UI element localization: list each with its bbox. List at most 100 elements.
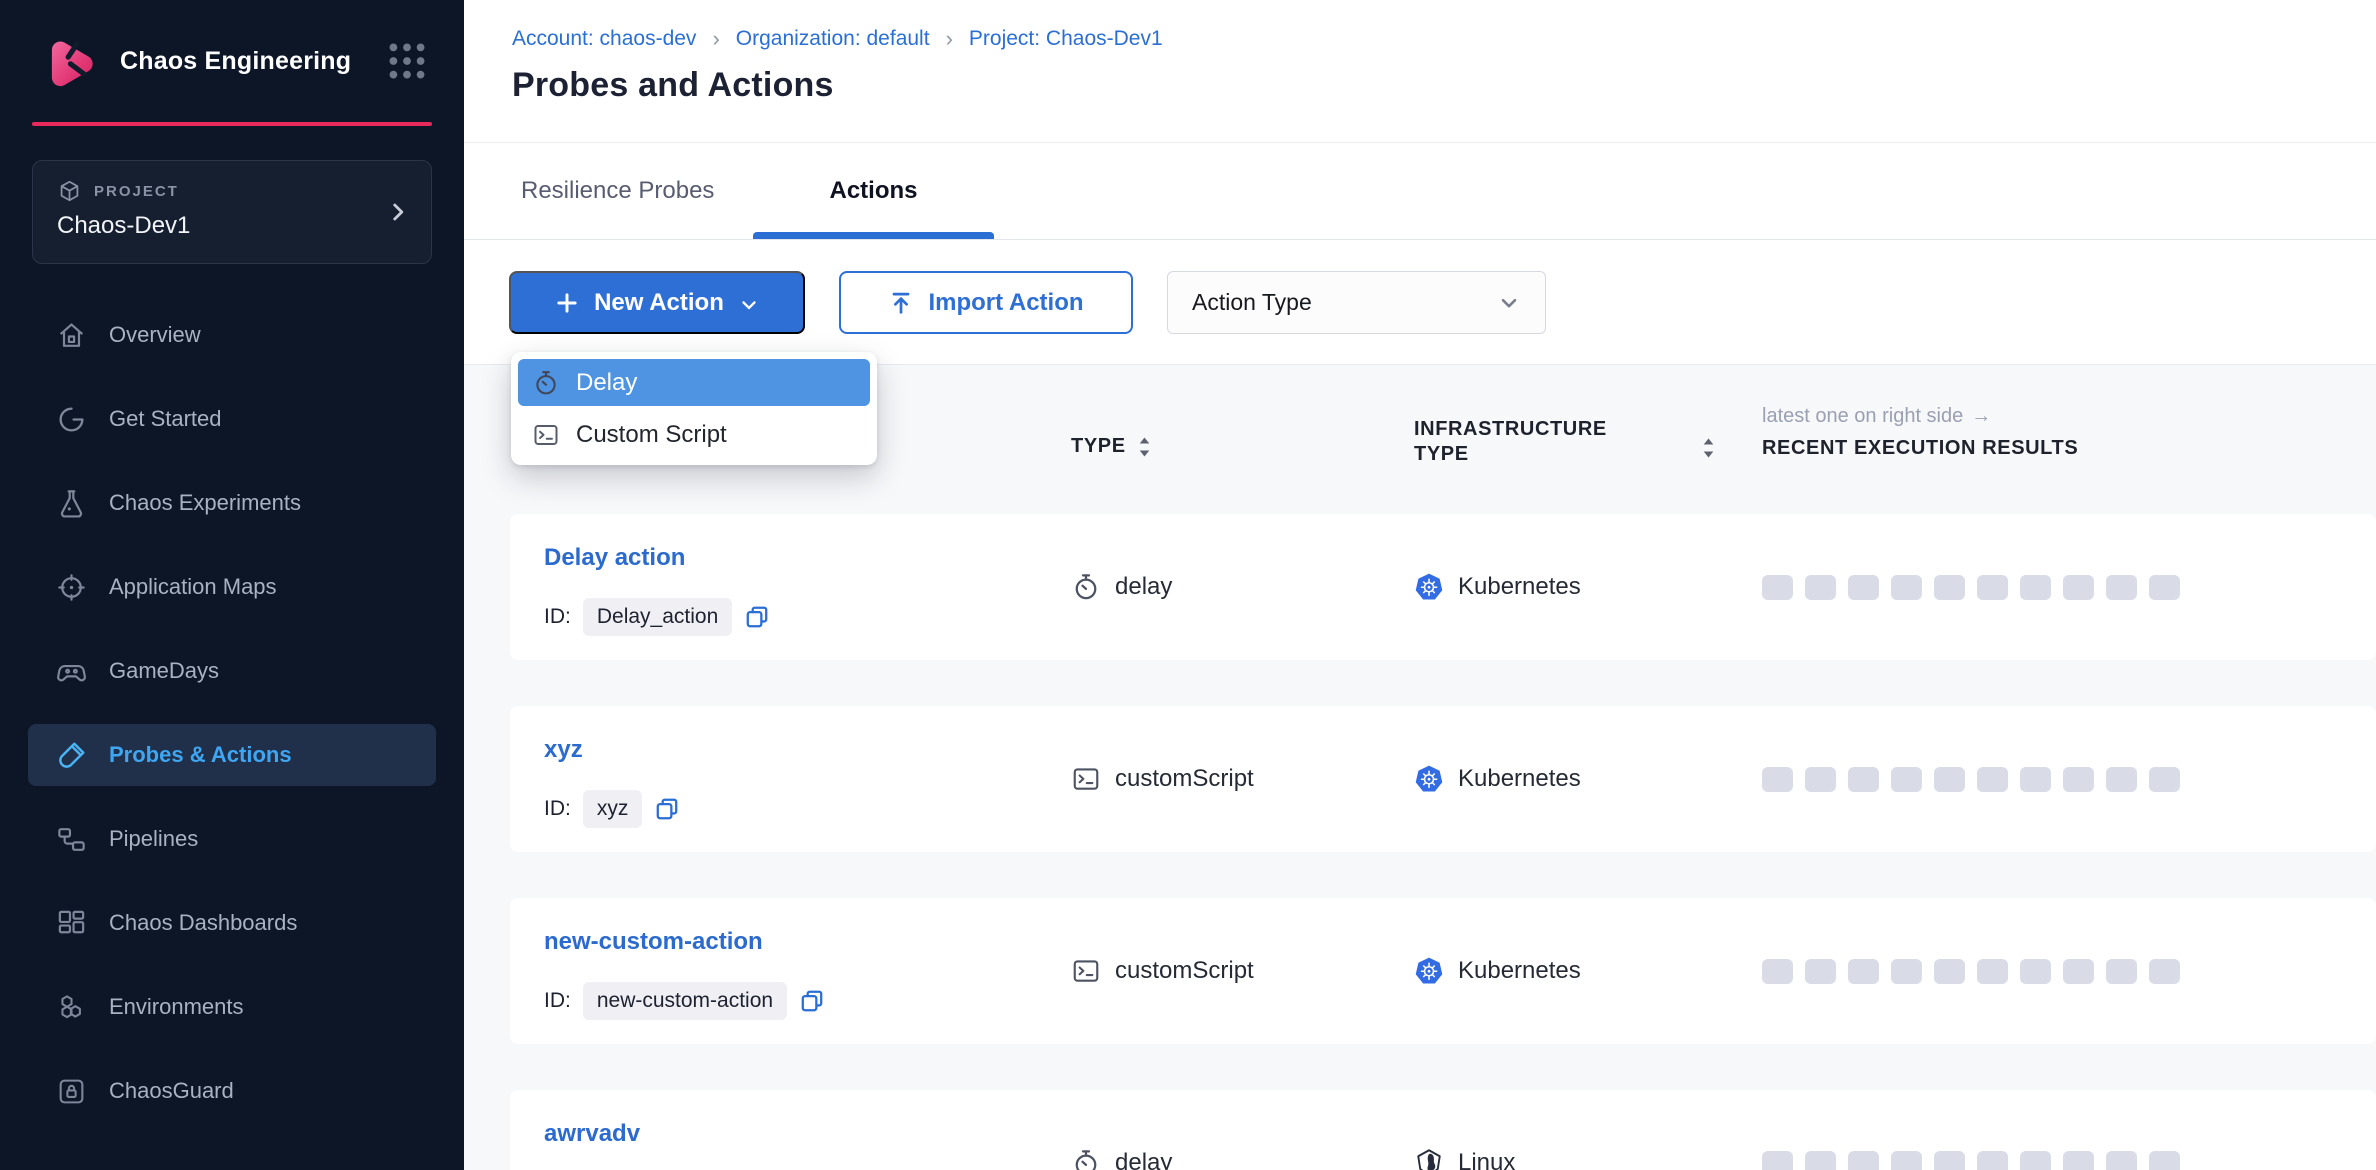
action-type-cell: delay	[1071, 1090, 1172, 1170]
recent-results-cell	[1762, 706, 2180, 852]
sidebar-item-chaos-dashboards[interactable]: Chaos Dashboards	[28, 892, 436, 954]
sort-icon[interactable]	[1702, 437, 1715, 459]
sidebar-header: Chaos Engineering	[0, 0, 464, 122]
sidebar-item-label: Application Maps	[109, 574, 277, 600]
table-row: Delay action ID: Delay_action delay Kube…	[510, 514, 2376, 660]
new-action-dropdown-menu: Delay Custom Script	[511, 352, 877, 465]
action-name-link[interactable]: new-custom-action	[544, 928, 763, 956]
execution-result-placeholder	[2106, 575, 2137, 600]
execution-result-placeholder	[1762, 575, 1793, 600]
main-content: Account: chaos-dev › Organization: defau…	[464, 0, 2376, 1170]
action-id-line: ID: xyz	[544, 790, 680, 828]
home-icon	[56, 320, 87, 351]
action-name-link[interactable]: awrvadv	[544, 1120, 640, 1148]
sidebar-item-get-started[interactable]: Get Started	[28, 388, 436, 450]
progress-circle-icon	[56, 404, 87, 435]
execution-results-strip	[1762, 767, 2180, 792]
menu-item-custom-script[interactable]: Custom Script	[518, 411, 870, 458]
execution-result-placeholder	[1762, 1151, 1793, 1170]
active-tab-underline	[753, 232, 994, 239]
sidebar-item-label: Chaos Dashboards	[109, 910, 297, 936]
recent-results-hint: latest one on right side →	[1762, 405, 1991, 428]
infrastructure-cell: Linux	[1414, 1090, 1515, 1170]
action-type-cell: customScript	[1071, 706, 1254, 852]
menu-item-delay[interactable]: Delay	[518, 359, 870, 406]
sidebar-item-application-maps[interactable]: Application Maps	[28, 556, 436, 618]
execution-result-placeholder	[2149, 959, 2180, 984]
action-type-filter[interactable]: Action Type	[1167, 271, 1546, 334]
execution-result-placeholder	[1805, 959, 1836, 984]
action-id-value: xyz	[583, 790, 643, 828]
execution-result-placeholder	[1891, 767, 1922, 792]
infrastructure-type-header-label: INFRASTRUCTURE TYPE	[1414, 417, 1629, 467]
infrastructure-value: Kubernetes	[1458, 957, 1581, 985]
id-label: ID:	[544, 605, 571, 629]
menu-item-label: Delay	[576, 369, 637, 397]
terminal-icon	[1071, 956, 1101, 986]
execution-result-placeholder	[1848, 767, 1879, 792]
tab-actions[interactable]: Actions	[753, 143, 994, 239]
action-name-link[interactable]: xyz	[544, 736, 583, 764]
import-action-button[interactable]: Import Action	[839, 271, 1133, 334]
sort-icon[interactable]	[1138, 436, 1151, 458]
stopwatch-icon	[1071, 1148, 1101, 1170]
sidebar-item-label: Environments	[109, 994, 244, 1020]
recent-results-cell	[1762, 1090, 2180, 1170]
project-selector[interactable]: PROJECT Chaos-Dev1	[32, 160, 432, 264]
execution-result-placeholder	[1934, 575, 1965, 600]
new-action-button[interactable]: New Action	[509, 271, 805, 334]
tab-resilience-probes[interactable]: Resilience Probes	[521, 143, 714, 239]
action-type-value: customScript	[1115, 765, 1254, 793]
sidebar-item-chaosguard[interactable]: ChaosGuard	[28, 1060, 436, 1122]
infrastructure-value: Linux	[1458, 1149, 1515, 1170]
execution-result-placeholder	[1762, 767, 1793, 792]
sidebar-item-environments[interactable]: Environments	[28, 976, 436, 1038]
column-header-recent-results: RECENT EXECUTION RESULTS	[1762, 437, 2078, 460]
id-label: ID:	[544, 797, 571, 821]
sidebar-nav: Overview Get Started Chaos Experiments A…	[28, 304, 436, 1144]
breadcrumb-project[interactable]: Project: Chaos-Dev1	[969, 27, 1163, 51]
project-selector-header: PROJECT	[57, 179, 407, 204]
execution-results-strip	[1762, 1151, 2180, 1170]
sidebar: Chaos Engineering PROJECT Chaos-Dev1 Ove…	[0, 0, 464, 1170]
sidebar-item-gamedays[interactable]: GameDays	[28, 640, 436, 702]
chevron-right-icon	[385, 199, 411, 225]
recent-results-cell	[1762, 514, 2180, 660]
type-header-label: TYPE	[1071, 435, 1126, 458]
sidebar-item-probes-actions[interactable]: Probes & Actions	[28, 724, 436, 786]
copy-icon[interactable]	[654, 796, 680, 822]
action-type-value: delay	[1115, 573, 1172, 601]
execution-result-placeholder	[2149, 1151, 2180, 1170]
execution-result-placeholder	[2149, 767, 2180, 792]
sidebar-item-pipelines[interactable]: Pipelines	[28, 808, 436, 870]
table-row: xyz ID: xyz customScript Kubernetes	[510, 706, 2376, 852]
linux-icon	[1414, 1148, 1444, 1170]
breadcrumb-organization[interactable]: Organization: default	[736, 27, 930, 51]
breadcrumb-account[interactable]: Account: chaos-dev	[512, 27, 696, 51]
execution-result-placeholder	[2063, 959, 2094, 984]
action-name-link[interactable]: Delay action	[544, 544, 685, 572]
execution-result-placeholder	[2063, 1151, 2094, 1170]
sidebar-item-label: Probes & Actions	[109, 742, 292, 768]
sidebar-item-overview[interactable]: Overview	[28, 304, 436, 366]
page-header: Account: chaos-dev › Organization: defau…	[464, 0, 2376, 143]
target-icon	[56, 572, 87, 603]
sidebar-item-chaos-experiments[interactable]: Chaos Experiments	[28, 472, 436, 534]
sidebar-item-label: ChaosGuard	[109, 1078, 234, 1104]
execution-result-placeholder	[1805, 575, 1836, 600]
execution-result-placeholder	[1934, 767, 1965, 792]
pipeline-icon	[56, 824, 87, 855]
action-type-value: delay	[1115, 1149, 1172, 1170]
actions-table: TYPE INFRASTRUCTURE TYPE latest one on r…	[464, 365, 2376, 1170]
terminal-icon	[532, 421, 560, 449]
execution-result-placeholder	[2020, 575, 2051, 600]
tab-actions-label: Actions	[829, 177, 917, 205]
action-type-cell: delay	[1071, 514, 1172, 660]
execution-result-placeholder	[1891, 1151, 1922, 1170]
column-header-infrastructure-type: INFRASTRUCTURE TYPE	[1414, 417, 1629, 467]
module-grid-icon[interactable]	[384, 38, 430, 84]
copy-icon[interactable]	[799, 988, 825, 1014]
execution-result-placeholder	[1848, 1151, 1879, 1170]
app-title: Chaos Engineering	[120, 47, 351, 76]
copy-icon[interactable]	[744, 604, 770, 630]
